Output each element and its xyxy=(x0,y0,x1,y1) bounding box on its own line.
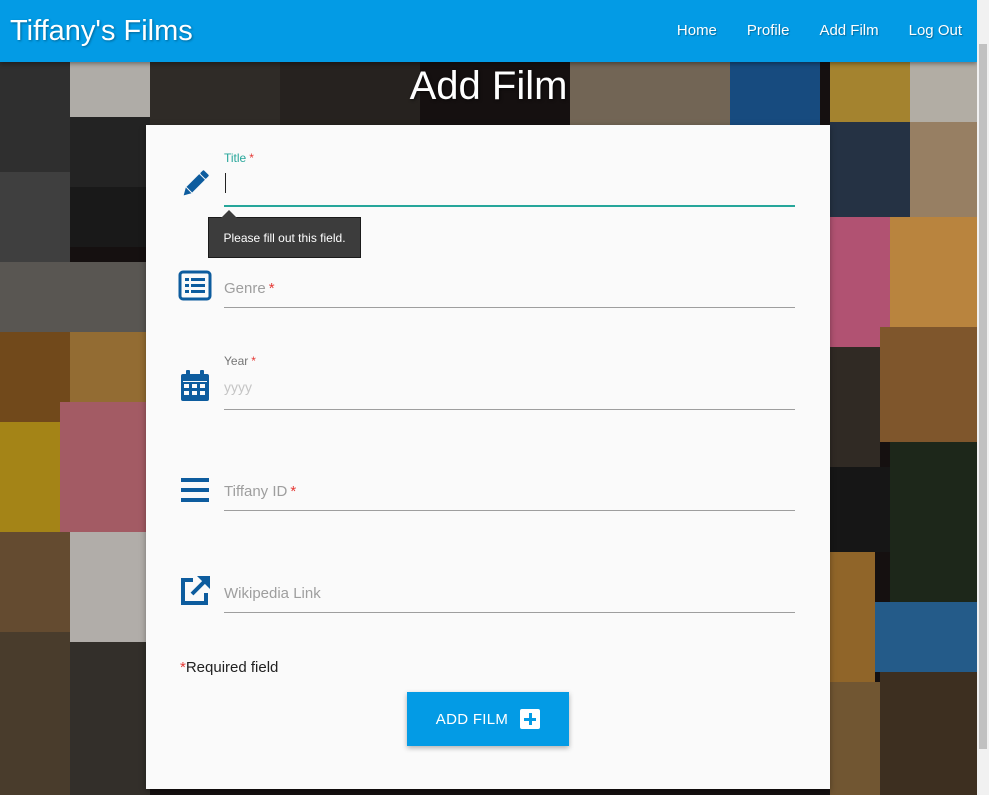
list-icon xyxy=(178,270,212,301)
year-field: Year * yyyy xyxy=(146,353,830,443)
title-underline xyxy=(224,205,795,207)
bars-icon xyxy=(181,478,209,502)
nav-link-home[interactable]: Home xyxy=(662,0,732,62)
genre-underline xyxy=(224,307,795,308)
text-caret xyxy=(225,173,226,193)
add-film-button-label: ADD FILM xyxy=(435,710,509,728)
nav-link-add-film[interactable]: Add Film xyxy=(804,0,893,62)
nav-links: Home Profile Add Film Log Out xyxy=(662,0,977,62)
top-navbar: Tiffany's Films Home Profile Add Film Lo… xyxy=(0,0,977,62)
tiffany-id-underline xyxy=(224,510,795,511)
tiffany-id-input[interactable]: Tiffany ID * xyxy=(224,455,795,511)
year-underline xyxy=(224,409,795,410)
title-label: Title * xyxy=(224,151,254,165)
brand-logo[interactable]: Tiffany's Films xyxy=(10,13,193,49)
genre-label: Genre * xyxy=(224,280,275,297)
plus-square-icon xyxy=(520,709,541,729)
nav-link-log-out[interactable]: Log Out xyxy=(894,0,977,62)
genre-field: Genre * xyxy=(146,255,830,345)
wikipedia-link-label: Wikipedia Link xyxy=(224,585,321,602)
required-field-note: *Required field xyxy=(180,659,279,676)
calendar-icon xyxy=(181,370,209,401)
year-label: Year * xyxy=(224,354,256,368)
year-input[interactable]: Year * yyyy xyxy=(224,353,795,411)
validation-tooltip: Please fill out this field. xyxy=(208,210,361,258)
year-placeholder: yyyy xyxy=(224,379,252,395)
external-link-icon xyxy=(181,576,210,605)
scrollbar-thumb[interactable] xyxy=(979,44,987,749)
nav-link-profile[interactable]: Profile xyxy=(732,0,805,62)
wikipedia-link-input[interactable]: Wikipedia Link xyxy=(224,557,795,613)
genre-input[interactable]: Genre * xyxy=(224,255,795,311)
add-film-form-card: Title * Genre * Year * yyyy Tiffany ID *… xyxy=(146,125,830,789)
pencil-icon xyxy=(183,170,209,196)
tiffany-id-field: Tiffany ID * xyxy=(146,455,830,545)
title-input[interactable]: Title * xyxy=(224,147,795,209)
page-title: Add Film xyxy=(409,64,568,108)
wikipedia-link-field: Wikipedia Link xyxy=(146,557,830,647)
wikipedia-link-underline xyxy=(224,612,795,613)
tiffany-id-label: Tiffany ID * xyxy=(224,483,297,500)
page-scrollbar[interactable] xyxy=(977,0,989,795)
add-film-button[interactable]: ADD FILM xyxy=(407,692,569,746)
